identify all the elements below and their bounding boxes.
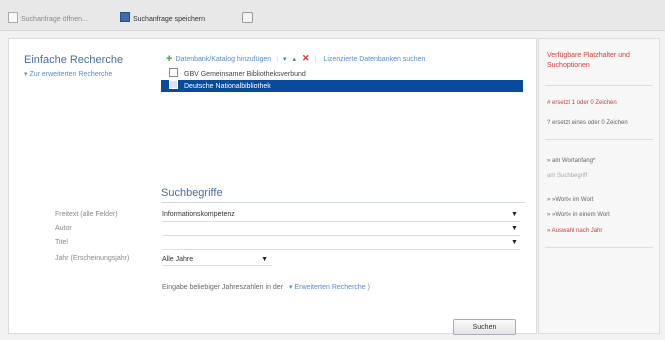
add-database-button[interactable]: Datenbank/Katalog hinzufügen: [175, 56, 271, 63]
help-item: # ersetzt 1 oder 0 Zeichen: [547, 100, 617, 106]
move-up-button[interactable]: ▴: [293, 56, 297, 63]
move-down-button[interactable]: ▾: [283, 56, 287, 63]
divider: [545, 139, 653, 140]
delete-icon[interactable]: ✕: [302, 53, 310, 63]
tab-open-query[interactable]: Suchanfrage öffnen...: [8, 12, 88, 26]
input-underline: [162, 221, 520, 222]
year-hint: Eingabe beliebiger Jahreszahlen in der ▾ …: [162, 283, 370, 291]
toolbar-divider: |: [276, 56, 279, 63]
tab-open-query-label: Suchanfrage öffnen...: [21, 16, 88, 23]
database-label: GBV Gemeinsamer Bibliotheksverbund: [184, 71, 306, 78]
database-list: GBV Gemeinsamer Bibliotheksverbund Deuts…: [161, 68, 523, 92]
toolbar-divider: |: [314, 56, 317, 63]
chevron-down-icon[interactable]: ▼: [511, 225, 518, 232]
licensed-databases-link[interactable]: Lizenzierte Datenbanken suchen: [323, 56, 425, 63]
help-item: » »Wort« in einem Wort: [547, 212, 610, 218]
help-item: am Suchbegriff: [547, 173, 588, 179]
chevron-down-icon[interactable]: ▼: [511, 211, 518, 218]
help-item: » Auswahl nach Jahr: [547, 228, 603, 234]
chevron-down-icon[interactable]: ▼: [511, 239, 518, 246]
add-icon[interactable]: +: [166, 53, 172, 65]
year-hint-text: Eingabe beliebiger Jahreszahlen in der: [162, 284, 284, 291]
save-icon: [120, 12, 130, 22]
divider: [161, 202, 525, 203]
tab-save-query[interactable]: Suchanfrage speichern: [120, 12, 205, 26]
advanced-search-hint-link[interactable]: ▾ Erweiterten Recherche ): [289, 284, 370, 291]
help-item: » »Wort« im Wort: [547, 197, 594, 203]
database-checkbox[interactable]: [169, 68, 178, 77]
input-underline: [162, 235, 520, 236]
year-select[interactable]: Alle Jahre ▼: [162, 254, 272, 266]
help-item: ? ersetzt eines oder 0 Zeichen: [547, 120, 628, 126]
document-icon: [8, 12, 18, 23]
help-title: Verfügbare Platzhalter und Suchoptionen: [547, 52, 630, 69]
help-item: » am Wortanfang*: [547, 158, 596, 164]
divider: [545, 85, 653, 86]
advanced-search-link[interactable]: ▾ Zur erweiterten Recherche: [24, 70, 112, 78]
year-label: Jahr (Erscheinungsjahr): [55, 255, 130, 262]
database-row[interactable]: Deutsche Nationalbibliothek: [161, 80, 523, 92]
divider: [545, 247, 653, 248]
main-panel: Einfache Recherche ▾ Zur erweiterten Rec…: [8, 38, 537, 335]
tab-settings[interactable]: [242, 12, 253, 26]
freetext-input[interactable]: Informationskompetenz: [162, 211, 235, 218]
database-row[interactable]: GBV Gemeinsamer Bibliotheksverbund: [161, 68, 523, 80]
author-label: Autor: [55, 225, 72, 232]
page-title: Einfache Recherche: [24, 54, 124, 66]
freetext-label: Freitext (alle Felder): [55, 211, 118, 218]
database-label: Deutsche Nationalbibliothek: [184, 83, 271, 90]
database-checkbox[interactable]: [169, 80, 178, 89]
year-select-value: Alle Jahre: [162, 256, 194, 263]
search-terms-title: Suchbegriffe: [161, 187, 223, 199]
settings-icon: [242, 12, 253, 23]
database-toolbar: + Datenbank/Katalog hinzufügen | ▾ ▴ ✕ | Lizenz…: [166, 52, 425, 65]
title-label: Titel: [55, 239, 68, 246]
help-sidebar: Verfügbare Platzhalter und Suchoptionen …: [538, 38, 660, 334]
input-underline: [162, 249, 520, 250]
tab-bar: Suchanfrage öffnen... Suchanfrage speich…: [0, 0, 665, 31]
tab-save-query-label: Suchanfrage speichern: [133, 16, 205, 23]
search-button[interactable]: Suchen: [453, 319, 516, 335]
chevron-down-icon: ▼: [261, 256, 268, 263]
